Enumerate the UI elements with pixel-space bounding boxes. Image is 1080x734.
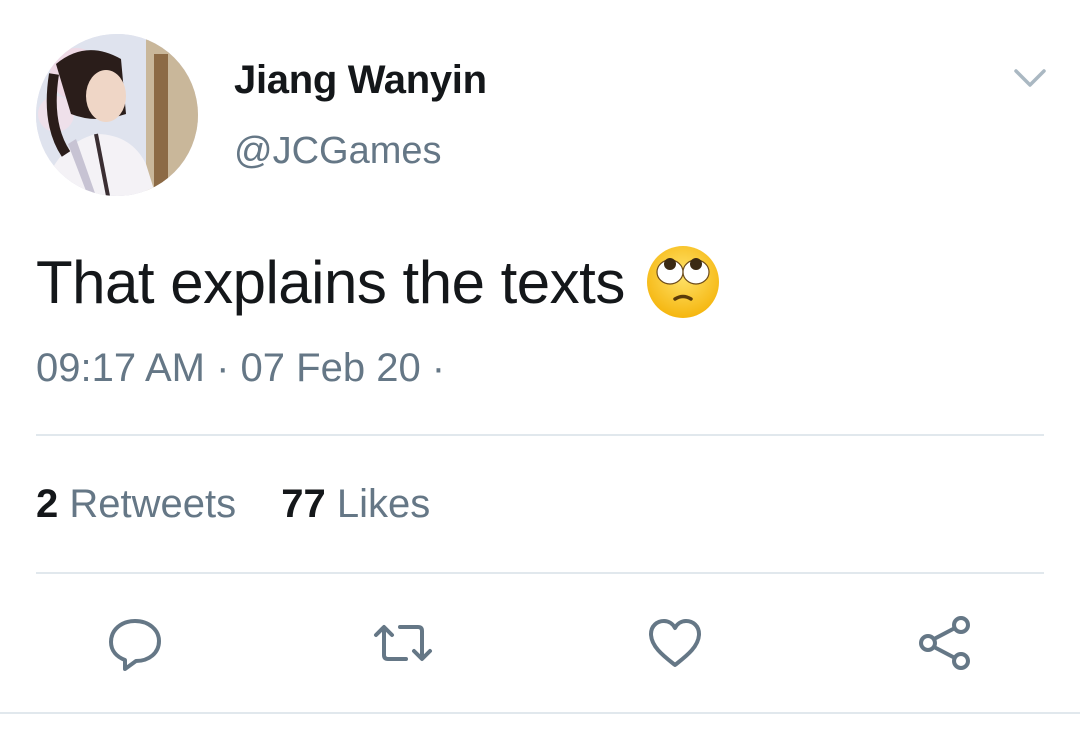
face-with-rolling-eyes-icon (645, 244, 721, 320)
likes-stat[interactable]: 77 Likes (281, 482, 430, 526)
retweets-stat[interactable]: 2 Retweets (36, 482, 236, 526)
likes-count: 77 (281, 482, 326, 526)
retweet-button[interactable] (368, 610, 438, 680)
author-handle[interactable]: @JCGames (234, 130, 442, 173)
tweet-timestamp[interactable]: 09:17 AM · 07 Feb 20 · (36, 346, 445, 391)
heart-icon (645, 613, 705, 678)
retweets-count: 2 (36, 482, 59, 526)
likes-label: Likes (336, 482, 431, 526)
like-button[interactable] (640, 610, 710, 680)
chevron-down-icon[interactable] (1010, 58, 1050, 98)
tweet-text-content: That explains the texts (36, 248, 625, 316)
avatar-image (36, 34, 198, 196)
divider (36, 434, 1044, 436)
tweet-stats: 2 Retweets 77 Likes (36, 482, 464, 527)
share-button[interactable] (910, 610, 980, 680)
reply-icon (105, 613, 165, 678)
retweets-label: Retweets (69, 482, 237, 526)
tweet-text: That explains the texts (36, 244, 721, 320)
divider (0, 712, 1080, 714)
reply-button[interactable] (100, 610, 170, 680)
retweet-icon (368, 613, 438, 678)
share-icon (915, 613, 975, 678)
avatar[interactable] (36, 34, 198, 196)
author-display-name[interactable]: Jiang Wanyin (234, 58, 487, 103)
divider (36, 572, 1044, 574)
